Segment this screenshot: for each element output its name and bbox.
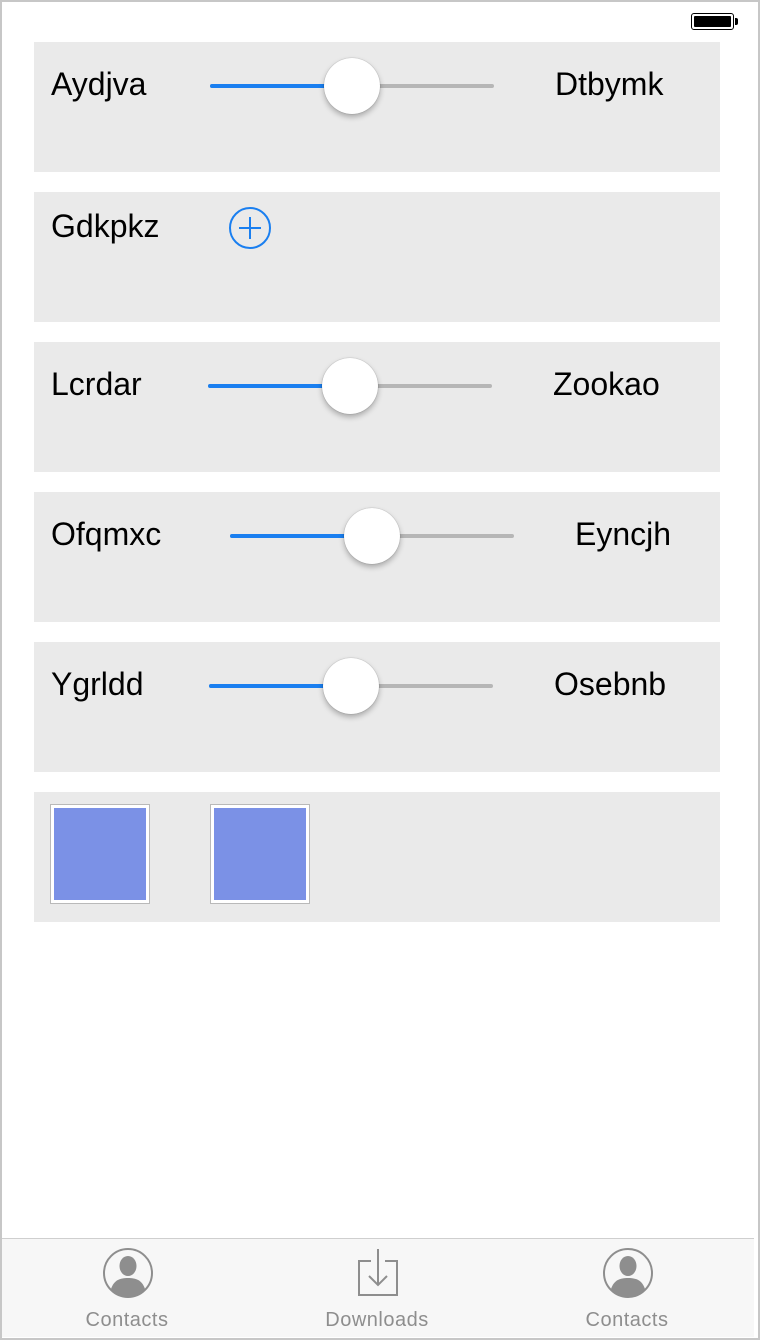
slider-row: Lcrdar Zookao: [34, 342, 720, 472]
tab-label: Contacts: [85, 1309, 169, 1331]
color-swatch[interactable]: [210, 804, 310, 904]
color-swatch-fill: [54, 808, 146, 900]
slider-min-label: Aydjva: [51, 66, 147, 102]
add-row: Gdkpkz: [34, 192, 720, 322]
tab-label: Downloads: [325, 1309, 429, 1331]
slider-row: Ygrldd Osebnb: [34, 642, 720, 772]
tab-label: Contacts: [585, 1309, 669, 1331]
slider[interactable]: [209, 656, 493, 716]
slider-thumb[interactable]: [322, 358, 378, 414]
tab-bar: Contacts Downloads Contacts: [2, 1238, 754, 1337]
slider-max-label: Zookao: [553, 366, 660, 402]
slider-row: Ofqmxc Eyncjh: [34, 492, 720, 622]
download-icon: [358, 1249, 398, 1296]
slider-thumb[interactable]: [324, 58, 380, 114]
slider-thumb[interactable]: [323, 658, 379, 714]
plus-circle-icon[interactable]: [228, 206, 272, 250]
slider-max-label: Eyncjh: [575, 516, 672, 552]
slider[interactable]: [208, 356, 492, 416]
tab-contacts[interactable]: Contacts: [2, 1239, 252, 1337]
slider-row: Aydjva Dtbymk: [34, 42, 720, 172]
battery-icon: [691, 13, 738, 30]
slider-max-label: Osebnb: [554, 666, 667, 702]
slider-min-label: Lcrdar: [51, 366, 142, 402]
swatch-row: [34, 792, 720, 922]
tab-contacts[interactable]: Contacts: [502, 1239, 752, 1337]
slider-max-label: Dtbymk: [555, 66, 664, 102]
contact-icon: [603, 1248, 653, 1298]
slider-min-label: Ygrldd: [51, 666, 144, 702]
slider[interactable]: [210, 56, 494, 116]
color-swatch[interactable]: [50, 804, 150, 904]
color-swatch-fill: [214, 808, 306, 900]
contact-icon: [103, 1248, 153, 1298]
slider-min-label: Ofqmxc: [51, 516, 162, 552]
slider-thumb[interactable]: [344, 508, 400, 564]
tab-downloads[interactable]: Downloads: [252, 1239, 502, 1337]
slider[interactable]: [230, 506, 514, 566]
add-row-label: Gdkpkz: [51, 208, 160, 244]
